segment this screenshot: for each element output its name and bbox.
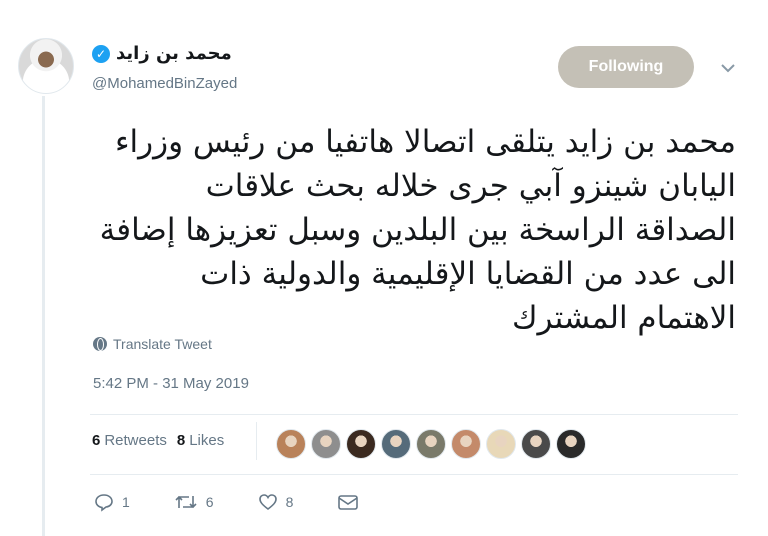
author-avatar[interactable]	[18, 38, 74, 94]
liker-avatar[interactable]	[346, 429, 376, 459]
translate-label: Translate Tweet	[113, 336, 212, 352]
divider-bottom	[90, 474, 738, 475]
retweet-button[interactable]: 6	[174, 492, 214, 512]
tweet-stats: 6 Retweets 8 Likes	[92, 432, 234, 449]
verified-badge-icon: ✓	[92, 44, 110, 63]
envelope-icon	[338, 495, 359, 510]
retweet-count: 6	[205, 494, 214, 510]
liker-avatar[interactable]	[521, 429, 551, 459]
thread-line	[42, 96, 45, 536]
retweets-stat[interactable]: 6 Retweets	[92, 432, 167, 449]
heart-icon	[258, 494, 277, 511]
author-handle[interactable]: @MohamedBinZayed	[92, 75, 237, 92]
reply-count: 1	[122, 494, 130, 510]
liker-avatar[interactable]	[276, 429, 306, 459]
author-display-name[interactable]: محمد بن زايد	[116, 43, 232, 64]
reply-button[interactable]: 1	[94, 492, 130, 512]
liker-avatar[interactable]	[311, 429, 341, 459]
divider-top	[90, 414, 738, 415]
stats-separator	[256, 422, 257, 460]
author-name-row: ✓ محمد بن زايد	[92, 43, 232, 64]
reply-icon	[95, 494, 113, 512]
like-count: 8	[285, 494, 294, 510]
chevron-down-icon[interactable]	[716, 56, 740, 80]
globe-icon	[93, 337, 107, 351]
liker-avatar[interactable]	[416, 429, 446, 459]
liker-avatar[interactable]	[556, 429, 586, 459]
liker-avatar[interactable]	[486, 429, 516, 459]
tweet-actions: 1 6 8	[94, 492, 403, 512]
liker-avatar[interactable]	[451, 429, 481, 459]
following-button[interactable]: Following	[558, 46, 694, 88]
liker-avatar[interactable]	[381, 429, 411, 459]
retweet-icon	[175, 495, 197, 509]
like-button[interactable]: 8	[258, 492, 294, 512]
likers-avatars	[276, 429, 586, 459]
translate-tweet-link[interactable]: Translate Tweet	[93, 336, 212, 352]
direct-message-button[interactable]	[337, 493, 359, 511]
tweet-text: محمد بن زايد يتلقى اتصالا هاتفيا من رئيس…	[99, 124, 736, 336]
tweet-timestamp[interactable]: 5:42 PM - 31 May 2019	[93, 375, 249, 392]
likes-stat[interactable]: 8 Likes	[177, 432, 224, 449]
